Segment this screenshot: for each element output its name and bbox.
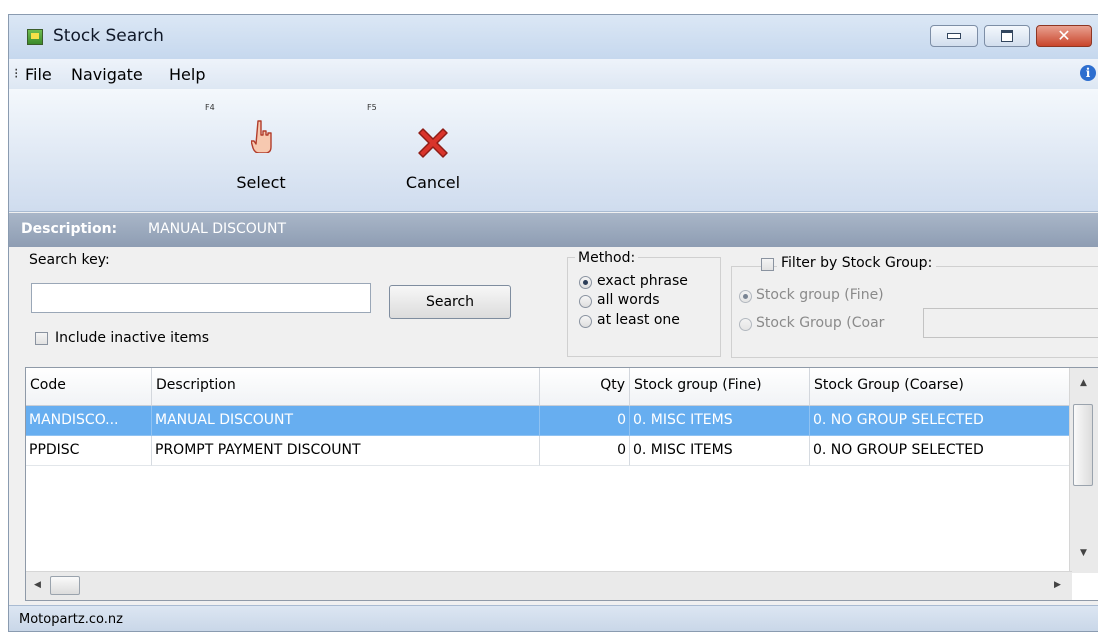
info-icon[interactable]: i bbox=[1080, 65, 1096, 81]
status-text: Motopartz.co.nz bbox=[19, 612, 123, 627]
app-icon bbox=[27, 29, 43, 45]
table-row[interactable]: MANDISCO... MANUAL DISCOUNT 0 0. MISC IT… bbox=[26, 406, 1070, 436]
status-bar: Motopartz.co.nz bbox=[9, 605, 1098, 631]
stock-group-fine-label[interactable]: Stock group (Fine) bbox=[756, 287, 884, 303]
menu-bar: ⁝ File Navigate Help i bbox=[9, 59, 1098, 89]
method-all-words-label[interactable]: all words bbox=[597, 292, 660, 308]
hand-pointer-icon bbox=[251, 120, 272, 153]
cell-stock-group-fine: 0. MISC ITEMS bbox=[630, 406, 810, 436]
filter-by-stock-group-checkbox[interactable] bbox=[761, 258, 774, 271]
menu-navigate[interactable]: Navigate bbox=[71, 65, 143, 84]
stock-group-field[interactable] bbox=[923, 308, 1098, 338]
results-table: Code Description Qty Stock group (Fine) … bbox=[25, 367, 1098, 601]
cell-code: PPDISC bbox=[26, 436, 152, 466]
red-x-icon bbox=[418, 128, 448, 158]
method-all-words-radio[interactable] bbox=[579, 295, 592, 308]
scroll-up-icon[interactable]: ▲ bbox=[1080, 378, 1087, 388]
horizontal-scrollbar[interactable]: ◀ ▶ bbox=[26, 571, 1072, 600]
column-header-stock-group-fine[interactable]: Stock group (Fine) bbox=[630, 368, 810, 406]
column-header-code[interactable]: Code bbox=[26, 368, 152, 406]
column-header-stock-group-coarse[interactable]: Stock Group (Coarse) bbox=[810, 368, 1072, 406]
cell-qty: 0 bbox=[540, 406, 630, 436]
maximize-icon bbox=[1001, 30, 1013, 42]
stock-group-coarse-label[interactable]: Stock Group (Coar bbox=[756, 315, 884, 331]
scroll-down-icon[interactable]: ▼ bbox=[1080, 548, 1087, 558]
cell-stock-group-coarse: 0. NO GROUP SELECTED bbox=[810, 436, 1070, 466]
cancel-shortcut: F5 bbox=[367, 103, 377, 112]
cancel-button-label: Cancel bbox=[405, 173, 461, 192]
method-title: Method: bbox=[575, 250, 639, 266]
menu-file[interactable]: File bbox=[25, 65, 52, 84]
method-at-least-one-radio[interactable] bbox=[579, 315, 592, 328]
stock-group-coarse-radio[interactable] bbox=[739, 318, 752, 331]
close-button[interactable]: ✕ bbox=[1036, 25, 1092, 47]
column-header-description[interactable]: Description bbox=[152, 368, 540, 406]
search-button[interactable]: Search bbox=[389, 285, 511, 319]
minimize-icon bbox=[947, 33, 961, 39]
minimize-button[interactable] bbox=[930, 25, 978, 47]
menu-help[interactable]: Help bbox=[169, 65, 205, 84]
cell-description: MANUAL DISCOUNT bbox=[152, 406, 540, 436]
column-header-qty[interactable]: Qty bbox=[540, 368, 630, 406]
toolbar: F4 Select F5 Cancel bbox=[9, 89, 1098, 212]
include-inactive-label[interactable]: Include inactive items bbox=[55, 330, 209, 346]
vertical-scrollbar[interactable]: ▲ ▼ bbox=[1069, 368, 1098, 573]
stock-search-window: Stock Search ✕ ⁝ File Navigate Help i F4… bbox=[8, 14, 1098, 632]
table-row[interactable]: PPDISC PROMPT PAYMENT DISCOUNT 0 0. MISC… bbox=[26, 436, 1070, 466]
cell-code: MANDISCO... bbox=[26, 406, 152, 436]
method-exact-phrase-radio[interactable] bbox=[579, 276, 592, 289]
close-icon: ✕ bbox=[1057, 26, 1071, 45]
search-key-input[interactable] bbox=[31, 283, 371, 313]
cell-description: PROMPT PAYMENT DISCOUNT bbox=[152, 436, 540, 466]
search-key-label: Search key: bbox=[29, 252, 110, 268]
window-title: Stock Search bbox=[53, 26, 164, 46]
cell-stock-group-coarse: 0. NO GROUP SELECTED bbox=[810, 406, 1070, 436]
horizontal-scroll-thumb[interactable] bbox=[50, 576, 80, 595]
title-bar[interactable]: Stock Search ✕ bbox=[9, 15, 1098, 59]
cell-stock-group-fine: 0. MISC ITEMS bbox=[630, 436, 810, 466]
stock-group-fine-radio[interactable] bbox=[739, 290, 752, 303]
vertical-scroll-thumb[interactable] bbox=[1073, 404, 1093, 486]
maximize-button[interactable] bbox=[984, 25, 1030, 47]
grip-icon: ⁝ bbox=[14, 66, 19, 82]
description-label: Description: bbox=[21, 221, 118, 237]
include-inactive-checkbox[interactable] bbox=[35, 332, 48, 345]
scroll-right-icon[interactable]: ▶ bbox=[1054, 580, 1061, 590]
method-at-least-one-label[interactable]: at least one bbox=[597, 312, 680, 328]
method-exact-phrase-label[interactable]: exact phrase bbox=[597, 273, 688, 289]
cell-qty: 0 bbox=[540, 436, 630, 466]
select-button[interactable]: Select bbox=[213, 99, 309, 207]
scroll-left-icon[interactable]: ◀ bbox=[34, 580, 41, 590]
cancel-button[interactable]: Cancel bbox=[385, 99, 481, 207]
description-value: MANUAL DISCOUNT bbox=[148, 221, 287, 237]
filter-by-stock-group-label[interactable]: Filter by Stock Group: bbox=[777, 255, 937, 271]
select-button-label: Select bbox=[236, 173, 286, 192]
description-bar: Description: MANUAL DISCOUNT bbox=[9, 213, 1098, 247]
